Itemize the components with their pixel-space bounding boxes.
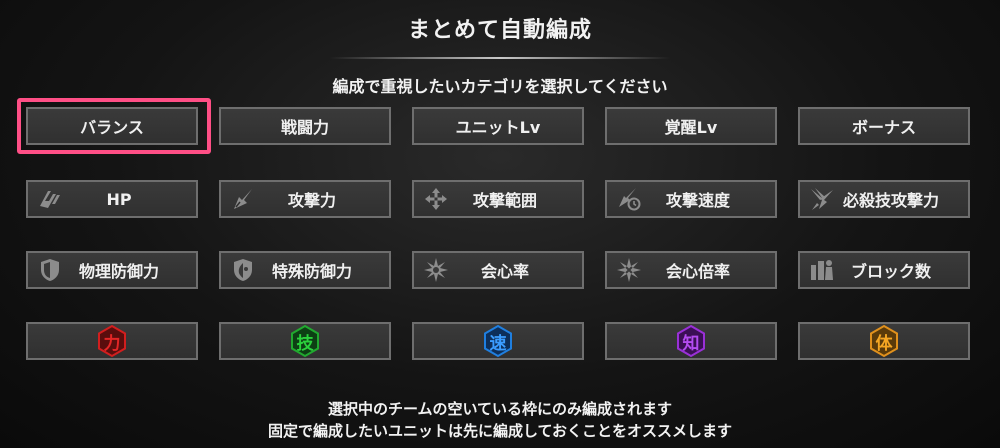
category-label: ユニットLv bbox=[455, 118, 541, 137]
special-attack-icon bbox=[808, 186, 836, 212]
category-label: 会心倍率 bbox=[665, 262, 730, 281]
attribute-badge-power: 力 bbox=[95, 324, 129, 358]
category-label: 攻撃範囲 bbox=[472, 191, 537, 210]
attack-speed-icon bbox=[615, 186, 643, 212]
attribute-label: 技 bbox=[296, 333, 314, 354]
attack-range-icon bbox=[422, 186, 450, 212]
category-label: 会心率 bbox=[480, 262, 529, 281]
category-label: 攻撃力 bbox=[287, 191, 336, 210]
special-defense-icon bbox=[229, 257, 257, 283]
footer-note-line2: 固定で編成したいユニットは先に編成しておくことをオススメします bbox=[267, 422, 733, 440]
category-button-bonus[interactable]: ボーナス bbox=[798, 107, 970, 145]
attribute-button-stamina[interactable]: 体 bbox=[798, 322, 970, 360]
category-button-attack[interactable]: 攻撃力 bbox=[219, 180, 391, 218]
attribute-label: 体 bbox=[875, 333, 893, 354]
hp-icon bbox=[36, 186, 64, 212]
attribute-button-power[interactable]: 力 bbox=[26, 322, 198, 360]
category-button-critical-rate[interactable]: 会心率 bbox=[412, 251, 584, 289]
attribute-button-intellect[interactable]: 知 bbox=[605, 322, 777, 360]
category-button-physical-defense[interactable]: 物理防御力 bbox=[26, 251, 198, 289]
category-button-special-defense[interactable]: 特殊防御力 bbox=[219, 251, 391, 289]
category-label: 攻撃速度 bbox=[665, 191, 730, 210]
category-button-block-count[interactable]: ブロック数 bbox=[798, 251, 970, 289]
category-label: ボーナス bbox=[851, 118, 916, 137]
category-label: 特殊防御力 bbox=[271, 262, 352, 281]
attribute-badge-intellect: 知 bbox=[674, 324, 708, 358]
category-label: HP bbox=[106, 189, 132, 209]
instruction-text: 編成で重視したいカテゴリを選択してください bbox=[332, 77, 668, 96]
category-button-unit-lv[interactable]: ユニットLv bbox=[412, 107, 584, 145]
attribute-label: 速 bbox=[489, 333, 507, 354]
attribute-label: 力 bbox=[103, 333, 121, 354]
title-divider bbox=[330, 57, 670, 59]
category-label: バランス bbox=[80, 118, 144, 137]
category-label: 戦闘力 bbox=[280, 118, 329, 137]
page-title: まとめて自動編成 bbox=[407, 18, 592, 43]
footer-note-line1: 選択中のチームの空いている枠にのみ編成されます bbox=[327, 400, 673, 418]
physical-defense-icon bbox=[36, 257, 64, 283]
category-label: 必殺技攻撃力 bbox=[842, 191, 939, 210]
attribute-button-speed[interactable]: 速 bbox=[412, 322, 584, 360]
category-button-attack-range[interactable]: 攻撃範囲 bbox=[412, 180, 584, 218]
category-label: ブロック数 bbox=[850, 262, 931, 281]
attribute-badge-speed: 速 bbox=[481, 324, 515, 358]
category-label: 覚醒Lv bbox=[664, 118, 718, 137]
block-count-icon bbox=[808, 257, 836, 283]
category-button-balance[interactable]: バランス bbox=[26, 107, 198, 145]
category-label: 物理防御力 bbox=[78, 262, 159, 281]
attribute-button-technique[interactable]: 技 bbox=[219, 322, 391, 360]
category-button-special-attack[interactable]: 必殺技攻撃力 bbox=[798, 180, 970, 218]
attribute-label: 知 bbox=[682, 333, 700, 354]
attribute-badge-stamina: 体 bbox=[867, 324, 901, 358]
attribute-badge-technique: 技 bbox=[288, 324, 322, 358]
category-button-hp[interactable]: HP bbox=[26, 180, 198, 218]
category-button-awaken-lv[interactable]: 覚醒Lv bbox=[605, 107, 777, 145]
critical-multiplier-icon bbox=[615, 257, 643, 283]
category-button-attack-speed[interactable]: 攻撃速度 bbox=[605, 180, 777, 218]
category-button-combat-power[interactable]: 戦闘力 bbox=[219, 107, 391, 145]
attack-icon bbox=[229, 186, 257, 212]
category-button-critical-multiplier[interactable]: 会心倍率 bbox=[605, 251, 777, 289]
critical-rate-icon bbox=[422, 257, 450, 283]
